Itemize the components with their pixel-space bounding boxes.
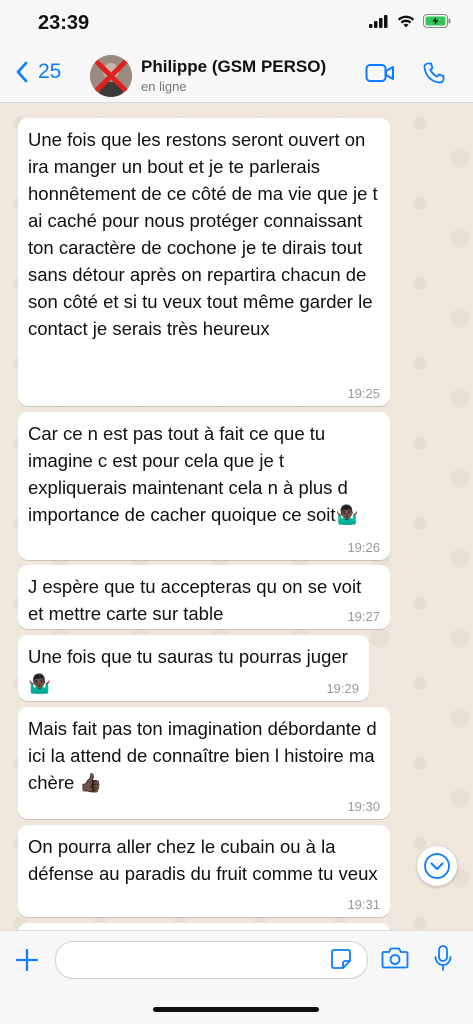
message-time: 19:29: [326, 681, 359, 696]
message-text: Car ce n est pas tout à fait ce que tu i…: [28, 423, 359, 525]
message-bubble[interactable]: On pourra aller chez le cubain ou à la d…: [18, 825, 390, 917]
status-bar: 23:39: [0, 0, 473, 46]
signal-icon: [369, 14, 388, 28]
avatar-image: [90, 55, 132, 97]
back-button[interactable]: 25: [14, 60, 61, 84]
message-input[interactable]: [55, 941, 368, 979]
message-text: Mais fait pas ton imagination débordante…: [28, 718, 382, 793]
message-time: 19:31: [347, 897, 380, 912]
message-bubble[interactable]: Une fois que les restons seront ouvert o…: [18, 118, 390, 406]
message-time: 19:30: [347, 799, 380, 814]
plus-icon[interactable]: [15, 948, 39, 972]
chevron-down-icon: [424, 853, 450, 879]
message-text: On pourra aller chez le cubain ou à la d…: [28, 836, 378, 884]
avatar[interactable]: [90, 55, 132, 97]
message-text: J espère que tu accepteras qu on se voit…: [28, 576, 367, 624]
message-bubble[interactable]: J espère que tu accepteras qu on se voit…: [18, 565, 390, 629]
message-text: Une fois que tu sauras tu pourras juger🤷…: [28, 646, 348, 694]
battery-icon: [423, 14, 451, 28]
contact-name[interactable]: Philippe (GSM PERSO): [141, 57, 326, 77]
microphone-icon[interactable]: [433, 944, 453, 972]
sticker-icon[interactable]: [330, 948, 352, 970]
wifi-icon: [397, 15, 415, 27]
message-text: Une fois que les restons seront ouvert o…: [28, 129, 383, 339]
contact-status: en ligne: [141, 79, 187, 94]
chevron-left-icon: [16, 61, 28, 83]
message-time: 19:26: [347, 540, 380, 555]
status-icons: [369, 14, 451, 28]
camera-icon[interactable]: [381, 946, 409, 970]
back-count: 25: [38, 60, 62, 83]
message-bubble[interactable]: Mais fait pas ton imagination débordante…: [18, 707, 390, 819]
home-indicator: [153, 1007, 319, 1012]
message-bubble-partial: [18, 923, 390, 930]
scroll-down-button[interactable]: [417, 846, 457, 886]
message-time: 19:27: [347, 609, 380, 624]
message-time: 19:25: [347, 386, 380, 401]
chat-area[interactable]: Une fois que les restons seront ouvert o…: [0, 103, 473, 930]
message-bubble[interactable]: Une fois que tu sauras tu pourras juger🤷…: [18, 635, 369, 701]
video-call-icon[interactable]: [365, 62, 395, 84]
status-time: 23:39: [38, 12, 90, 34]
phone-icon[interactable]: [422, 61, 446, 85]
chat-header: 25 Philippe (GSM PERSO) en ligne: [0, 46, 473, 103]
message-bubble[interactable]: Car ce n est pas tout à fait ce que tu i…: [18, 412, 390, 560]
